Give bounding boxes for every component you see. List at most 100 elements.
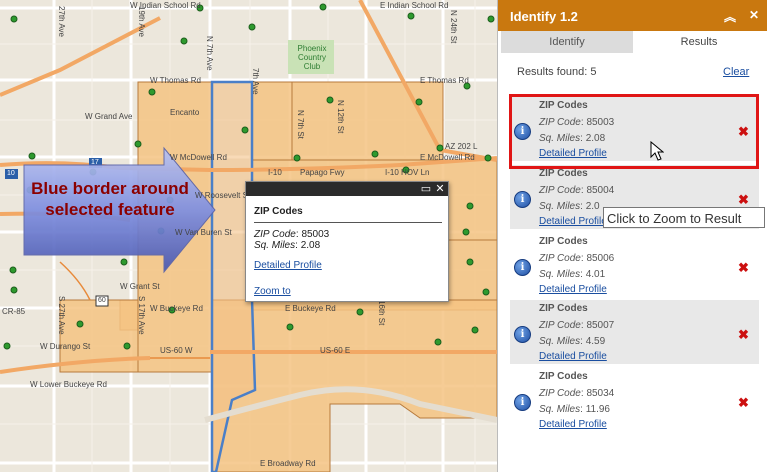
result-item[interactable]: i ZIP Codes ZIP Code: 85006 Sq. Miles: 4… [510, 233, 759, 297]
road-label: 27th Ave [57, 6, 66, 37]
road-label: 7th Ave [251, 68, 260, 95]
info-icon[interactable]: i [514, 259, 531, 276]
popup-titlebar: ▭ ✕ [246, 182, 448, 196]
result-zip-label: ZIP Code [539, 320, 581, 331]
popup-divider [254, 222, 442, 223]
result-zip-label: ZIP Code [539, 185, 581, 196]
tab-results[interactable]: Results [633, 31, 765, 53]
road-label: W Thomas Rd [150, 76, 201, 85]
result-zip-row: ZIP Code: 85006 [539, 253, 615, 264]
results-count: Results found: 5 [517, 66, 597, 78]
road-label: AZ 202 L [445, 142, 478, 151]
close-icon[interactable]: ✕ [434, 183, 446, 195]
road-label: N 12th St [336, 100, 345, 134]
result-sqmi-row: Sq. Miles: 11.96 [539, 404, 610, 415]
road-label: CR-85 [2, 307, 26, 316]
result-layer: ZIP Codes [539, 303, 588, 314]
popup-zip-value: 85003 [301, 229, 330, 240]
annotation-text: Blue border around selected feature [31, 179, 189, 219]
map-view[interactable]: 17 10 60 W Indian School Rd E Indian Sch… [0, 0, 497, 472]
result-zip: 85006 [586, 253, 615, 264]
result-sqmi: 4.59 [585, 336, 606, 347]
info-icon[interactable]: i [514, 394, 531, 411]
popup-zip-label: ZIP Code [254, 229, 296, 240]
road-label: E Buckeye Rd [285, 304, 336, 313]
double-chevron-up-icon[interactable]: ︽ [724, 8, 736, 25]
road-label: N 7th St [296, 110, 305, 139]
result-zip-row: ZIP Code: 85034 [539, 388, 615, 399]
remove-result-icon[interactable]: ✖ [738, 327, 749, 343]
result-item[interactable]: i ZIP Codes ZIP Code: 85034 Sq. Miles: 1… [510, 368, 759, 432]
road-label: W Buckeye Rd [150, 304, 203, 313]
remove-result-icon[interactable]: ✖ [738, 192, 749, 208]
road-label: W Grand Ave [85, 112, 133, 121]
road-label: Papago Fwy [300, 168, 345, 177]
popup-sqmi-row: Sq. Miles: 2.08 [254, 240, 321, 251]
mouse-pointer-icon [650, 141, 664, 161]
detailed-profile-link[interactable]: Detailed Profile [539, 419, 607, 430]
result-layer: ZIP Codes [539, 168, 588, 179]
road-label: W Durango St [40, 342, 91, 351]
road-label: W Roosevelt St [195, 191, 251, 200]
result-zip-row: ZIP Code: 85007 [539, 320, 615, 331]
result-item[interactable]: i ZIP Codes ZIP Code: 85007 Sq. Miles: 4… [510, 300, 759, 364]
result-sqmi-label: Sq. Miles [539, 269, 581, 280]
selected-result-highlight [509, 94, 759, 169]
result-zip-label: ZIP Code [539, 253, 581, 264]
remove-result-icon[interactable]: ✖ [738, 395, 749, 411]
road-label: N 7th Ave [205, 36, 214, 71]
road-label: 16th St [377, 300, 386, 326]
popup-zip-row: ZIP Code: 85003 [254, 229, 330, 240]
place-label-encanto: Encanto [170, 108, 200, 117]
road-label: W McDowell Rd [170, 153, 227, 162]
road-label: E McDowell Rd [420, 153, 475, 162]
result-layer: ZIP Codes [539, 236, 588, 247]
road-label: S 27th Ave [57, 296, 66, 335]
result-zip-label: ZIP Code [539, 388, 581, 399]
identify-popup[interactable]: ▭ ✕ ZIP Codes ZIP Code: 85003 Sq. Miles:… [245, 181, 449, 302]
result-sqmi: 2.0 [585, 201, 600, 212]
road-label: N 24th St [449, 10, 458, 44]
road-label: E Thomas Rd [420, 76, 469, 85]
close-icon[interactable]: ✕ [749, 8, 759, 22]
maximize-icon[interactable]: ▭ [420, 183, 432, 195]
result-layer: ZIP Codes [539, 371, 588, 382]
detailed-profile-link[interactable]: Detailed Profile [539, 351, 607, 362]
result-zip-row: ZIP Code: 85004 [539, 185, 615, 196]
result-zip: 85034 [586, 388, 615, 399]
result-zip: 85007 [586, 320, 615, 331]
result-sqmi-row: Sq. Miles: 4.59 [539, 336, 606, 347]
road-label: W Lower Buckeye Rd [30, 380, 107, 389]
result-zip: 85004 [586, 185, 615, 196]
road-label: US-60 W [160, 346, 193, 355]
zoom-tooltip: Click to Zoom to Result [603, 207, 765, 228]
road-label: I-10 HOV Ln [385, 168, 430, 177]
info-icon[interactable]: i [514, 326, 531, 343]
identify-panel: Identify 1.2 ︽ ✕ Identify Results Result… [497, 0, 767, 472]
result-sqmi-label: Sq. Miles [539, 201, 581, 212]
road-label: I-10 [268, 168, 282, 177]
popup-detailed-profile-link[interactable]: Detailed Profile [254, 260, 322, 271]
popup-sqmi-label: Sq. Miles [254, 240, 296, 251]
result-sqmi: 4.01 [585, 269, 606, 280]
result-sqmi-row: Sq. Miles: 2.0 [539, 201, 600, 212]
road-label: S 17th Ave [137, 296, 146, 335]
road-label: E Broadway Rd [260, 459, 316, 468]
panel-title: Identify 1.2 [510, 9, 578, 24]
clear-link[interactable]: Clear [723, 66, 749, 78]
result-sqmi-label: Sq. Miles [539, 404, 581, 415]
tab-identify[interactable]: Identify [501, 31, 633, 53]
popup-layer-title: ZIP Codes [254, 206, 303, 217]
info-icon[interactable]: i [514, 191, 531, 208]
interstate-shield-10: 10 [7, 170, 15, 177]
road-label: W Grant St [120, 282, 160, 291]
result-sqmi-label: Sq. Miles [539, 336, 581, 347]
detailed-profile-link[interactable]: Detailed Profile [539, 216, 607, 227]
interstate-shield-17: 17 [91, 159, 99, 166]
detailed-profile-link[interactable]: Detailed Profile [539, 284, 607, 295]
panel-header: Identify 1.2 ︽ ✕ [498, 0, 767, 31]
road-label: W Van Buren St [175, 228, 232, 237]
road-label: E Indian School Rd [380, 1, 449, 10]
remove-result-icon[interactable]: ✖ [738, 260, 749, 276]
popup-zoom-to-link[interactable]: Zoom to [254, 286, 291, 297]
